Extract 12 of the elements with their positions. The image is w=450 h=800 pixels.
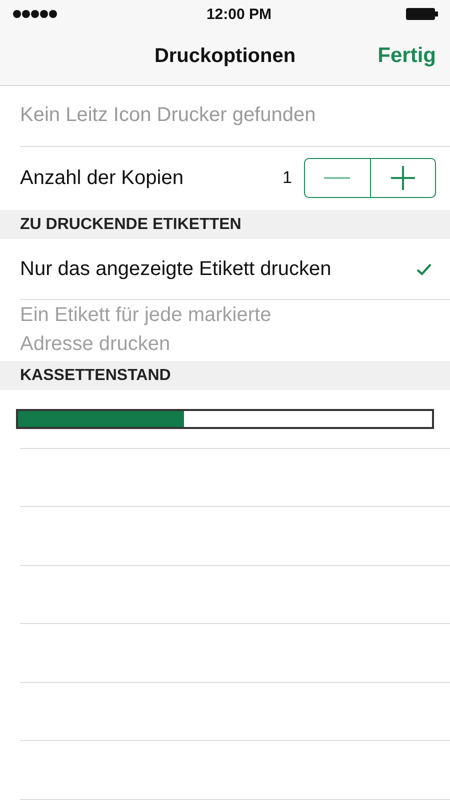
plus-icon [390, 166, 415, 190]
section-title: KASSETTENSTAND [20, 366, 171, 385]
battery-icon [406, 8, 438, 20]
copies-label: Anzahl der Kopien [20, 166, 184, 191]
status-time: 12:00 PM [206, 6, 272, 23]
done-button[interactable]: Fertig [376, 42, 438, 70]
checkmark-icon [416, 262, 432, 276]
nav-title: Druckoptionen [154, 45, 296, 68]
copies-count: 1 [282, 168, 292, 188]
printer-status: Kein Leitz Icon Drucker gefunden [20, 103, 316, 128]
section-title: ZU DRUCKENDE ETIKETTEN [20, 216, 242, 234]
label-option[interactable]: Nur das angezeigte Etikett drucken [20, 239, 450, 300]
